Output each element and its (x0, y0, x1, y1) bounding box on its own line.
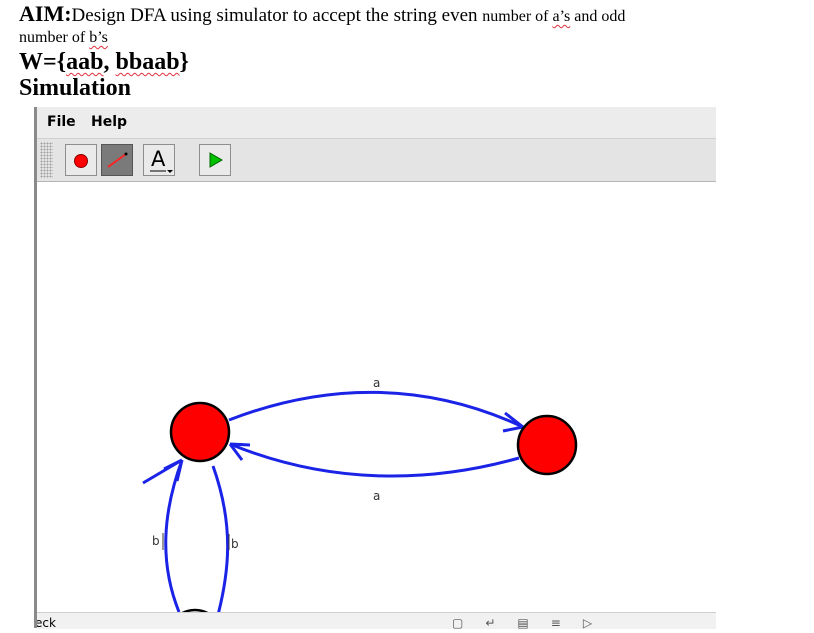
status-bar: Check ▢↵▤≡▷ (37, 612, 716, 629)
state-q1 (516, 414, 578, 476)
transition-arrowhead-q2-q0 (142, 458, 184, 485)
aim-text-2: number of (482, 8, 553, 25)
add-transition-tool[interactable] (101, 144, 133, 176)
aim-line: AIM:Design DFA using simulator to accept… (19, 3, 799, 28)
aim-label: AIM: (19, 1, 72, 26)
aim-line2-prefix: number of (19, 29, 90, 46)
dfa-diagram: a a b b (142, 376, 578, 633)
w-string-1: aab (66, 49, 104, 75)
transition-icon (107, 152, 128, 168)
text-tool[interactable]: A (143, 144, 175, 176)
dfa-simulator-window: File Help A a a b b eck ▢↵▤≡▷ (34, 107, 716, 633)
status-icon-3[interactable]: ▤ (517, 616, 550, 629)
menu-help[interactable]: Help (91, 114, 127, 130)
play-icon (209, 152, 223, 168)
status-icon-2[interactable]: ↵ (485, 616, 517, 629)
document-body: AIM:Design DFA using simulator to accept… (19, 3, 799, 102)
aim-text: Design DFA using simulator to accept the… (71, 5, 483, 26)
status-icon-1[interactable]: ▢ (452, 616, 485, 629)
aim-squiggle-a: a’s (552, 8, 571, 25)
status-icons: ▢↵▤≡▷ (452, 616, 614, 629)
w-string-2: bbaab (115, 49, 180, 75)
toolbar-grip[interactable] (40, 142, 53, 178)
transition-label-q2-q0: b (152, 534, 160, 548)
run-tool[interactable] (199, 144, 231, 176)
aim-squiggle-b: b’s (89, 29, 108, 46)
text-tool-underline-icon (150, 170, 173, 173)
status-icon-4[interactable]: ≡ (551, 616, 583, 629)
w-prefix: W={ (19, 49, 67, 75)
transition-label-q0-q2: b (231, 537, 239, 551)
transition-q1-q0 (229, 442, 520, 478)
transition-label-q0-q1: a (373, 376, 380, 390)
menu-bar: File Help (37, 107, 716, 139)
status-text: Check (37, 616, 56, 629)
transition-q2-q0 (164, 459, 184, 613)
transition-label-q1-q0: a (373, 489, 380, 503)
dfa-canvas[interactable]: a a b b (37, 182, 716, 633)
transition-q0-q1 (228, 390, 524, 429)
transition-q0-q2 (211, 465, 230, 633)
string-set-line: W={aab, bbaab} (19, 49, 799, 75)
toolbar: A (37, 139, 716, 182)
w-sep: , (103, 49, 116, 75)
aim-text-3: and odd (570, 8, 626, 25)
w-suffix: } (179, 49, 190, 75)
menu-file[interactable]: File (47, 114, 76, 130)
aim-line-2: number of b’s (19, 28, 799, 47)
status-icon-5[interactable]: ▷ (583, 616, 614, 629)
state-icon (74, 154, 88, 168)
simulation-heading: Simulation (19, 75, 132, 101)
add-state-tool[interactable] (65, 144, 97, 176)
state-q0 (169, 401, 231, 463)
